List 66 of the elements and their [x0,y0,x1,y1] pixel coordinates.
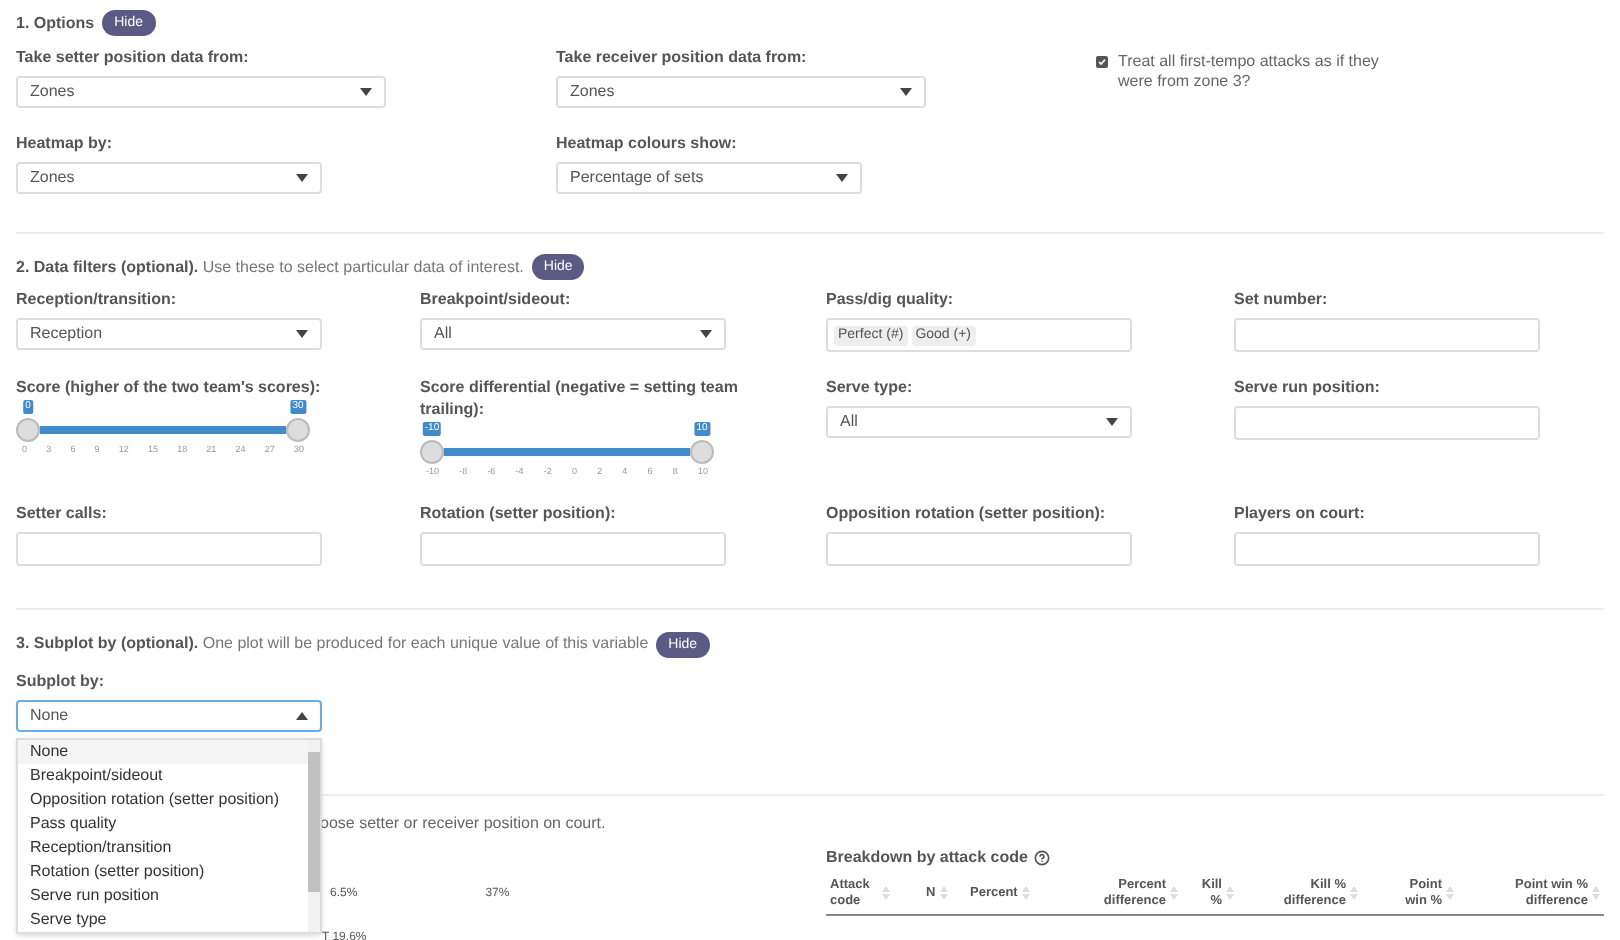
input-field[interactable] [420,531,726,565]
select-field[interactable]: All [826,406,1132,438]
slider-handle[interactable] [690,440,714,464]
dropdown-option[interactable]: Opposition rotation (setter position) [18,787,308,811]
field-label: Subplot by: [16,669,106,691]
section-title: 3. Subplot by (optional). One plot will be produced for each unique value of this variable [16,632,649,656]
sort-icon [1446,886,1454,900]
field-label: Breakpoint/sideout: [420,288,573,310]
dropdown-option[interactable]: Serve run position [18,883,308,907]
field-label: Serve run position: [1234,376,1382,398]
select-field[interactable]: Zones [16,162,322,194]
sort-icon [939,886,948,900]
sort-icon [1350,886,1358,900]
input-field[interactable] [826,531,1132,565]
caret-icon [296,330,308,338]
input-field[interactable] [1234,531,1540,565]
dropdown-option[interactable]: Serve type [18,907,308,931]
slider-handle[interactable] [286,418,310,442]
field-label: Opposition rotation (setter position): [826,501,1108,523]
sort-icon [1226,886,1234,900]
checkbox-label: Treat all first-tempo attacks as if they were from zone 3? [1118,52,1381,92]
caret-icon [296,174,308,182]
table-title: Breakdown by attack code [826,845,1028,869]
select-field[interactable]: All [420,318,726,350]
dropdown-option[interactable]: Pass quality [18,811,308,835]
field-label: Score (higher of the two team's scores): [16,376,323,398]
field-label: Score differential (negative = setting team trailing): [420,376,740,420]
sort-icon [1592,886,1600,900]
caret-icon [360,88,372,96]
caret-icon [836,174,848,182]
select-field[interactable]: Zones [556,76,926,108]
dropdown-option[interactable]: None [18,739,308,763]
field-label: Heatmap by: [16,132,115,154]
select-field[interactable]: None [16,699,322,731]
slider-handle[interactable] [16,418,40,442]
checkbox[interactable] [1096,56,1108,68]
caret-icon [296,711,308,719]
caret-icon [700,330,712,338]
field-label: Reception/transition: [16,288,179,310]
select-field[interactable]: Percentage of sets [556,162,862,194]
sort-icon [882,886,890,900]
section-title: 1. Options [16,11,95,35]
input-field[interactable] [1234,318,1540,352]
slider-handle[interactable] [420,440,444,464]
field-label: Players on court: [1234,501,1367,523]
field-label: Rotation (setter position): [420,501,618,523]
field-label: Set number: [1234,288,1330,310]
field-label: Pass/dig quality: [826,288,956,310]
dropdown-option[interactable]: Reception/transition [18,835,308,859]
input-field[interactable] [1234,406,1540,440]
input-field[interactable] [16,531,322,565]
select-field[interactable]: Reception [16,318,322,350]
caret-icon [1106,418,1118,426]
caret-icon [900,88,912,96]
sort-icon [1021,886,1030,900]
select-field[interactable]: Zones [16,76,386,108]
help-icon [1033,849,1050,865]
field-label: Serve type: [826,376,915,398]
field-label: Take setter position data from: [16,46,251,68]
field-label: Take receiver position data from: [556,46,809,68]
field-label: Setter calls: [16,501,109,523]
section-title: 2. Data filters (optional). Use these to select particular data of interest. [16,255,524,279]
dropdown-option[interactable]: Rotation (setter position) [18,859,308,883]
sort-icon [1170,886,1178,900]
field-label: Heatmap colours show: [556,132,739,154]
dropdown-option[interactable]: Breakpoint/sideout [18,763,308,787]
